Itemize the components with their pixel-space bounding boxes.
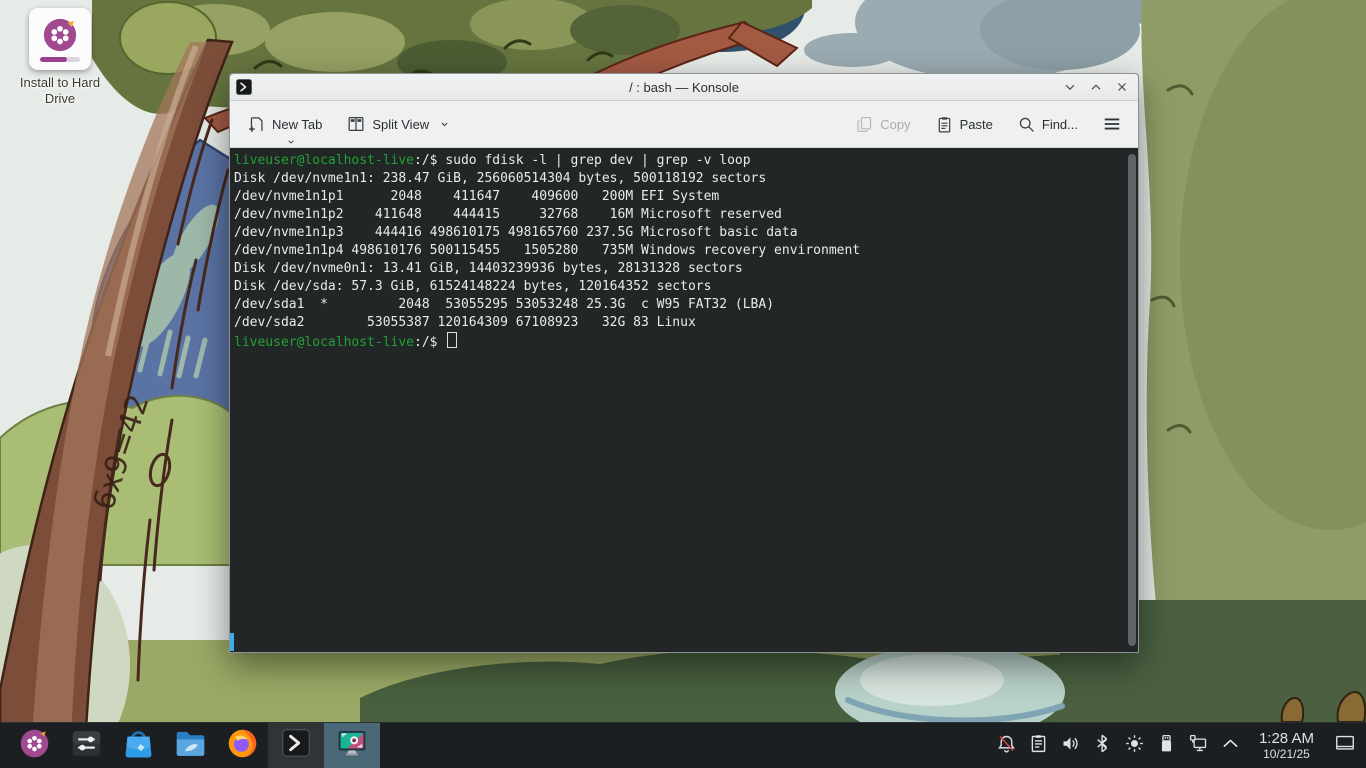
close-button[interactable]: [1114, 79, 1130, 95]
split-view-label: Split View: [372, 117, 429, 132]
installer-icon: [29, 8, 91, 70]
show-desktop-icon: [1334, 732, 1356, 759]
tray-brightness[interactable]: [1123, 734, 1147, 758]
volume-icon: [1060, 733, 1081, 759]
file-manager-icon: [174, 727, 207, 765]
show-desktop-button[interactable]: [1330, 732, 1360, 759]
tray-network[interactable]: [1187, 734, 1211, 758]
prompt-path: :/$: [414, 335, 437, 350]
desktop: 6x9=42 Install to Hard Drive: [0, 0, 1366, 768]
firefox-icon: [226, 727, 259, 765]
terminal-scrollbar[interactable]: [1128, 154, 1136, 646]
terminal-output-line: /dev/nvme1n1p1 2048 411647 409600 200M E…: [234, 189, 719, 204]
konsole-icon: [280, 727, 312, 764]
clipboard-icon: [1028, 733, 1049, 759]
copy-label: Copy: [880, 117, 910, 132]
split-view-chevron-icon: [439, 120, 450, 129]
terminal-command: sudo fdisk -l | grep dev | grep -v loop: [445, 153, 750, 168]
removable-device-icon: [1156, 733, 1177, 759]
taskbar-task-konsole[interactable]: [268, 723, 324, 768]
taskbar-launcher-system-settings[interactable]: [60, 723, 112, 768]
screenshot-tool-icon: [336, 727, 368, 764]
clock-time: 1:28 AM: [1259, 730, 1314, 747]
terminal-output-line: Disk /dev/nvme1n1: 238.47 GiB, 256060514…: [234, 171, 766, 186]
taskbar-launcher-file-manager[interactable]: [164, 723, 216, 768]
taskbar-panel: 1:28 AM 10/21/25: [0, 722, 1366, 768]
system-tray: 1:28 AM 10/21/25: [995, 723, 1366, 768]
terminal-area[interactable]: liveuser@localhost-live:/$ sudo fdisk -l…: [230, 148, 1138, 652]
terminal-output-line: /dev/nvme1n1p3 444416 498610175 49816576…: [234, 225, 798, 240]
window-title: / : bash — Konsole: [230, 80, 1138, 95]
new-tab-dropdown-chevron-icon[interactable]: [286, 138, 296, 146]
taskbar-launcher-firefox[interactable]: [216, 723, 268, 768]
notifications-dnd-icon: [996, 733, 1017, 759]
tray-clipboard[interactable]: [1027, 734, 1051, 758]
paste-icon: [935, 115, 954, 134]
titlebar[interactable]: / : bash — Konsole: [230, 74, 1138, 101]
prompt-path: :/$: [414, 153, 437, 168]
expand-arrow-icon: [1220, 733, 1241, 759]
installer-icon: [18, 727, 51, 765]
prompt-user-host: liveuser@localhost-live: [234, 153, 414, 168]
copy-icon: [855, 115, 874, 134]
terminal-output-line: /dev/nvme1n1p4 498610176 500115455 15052…: [234, 243, 860, 258]
terminal-accent-bar: [230, 633, 234, 651]
brightness-icon: [1124, 733, 1145, 759]
tray-removable-device[interactable]: [1155, 734, 1179, 758]
installer-progressbar-graphic: [40, 57, 80, 62]
find-label: Find...: [1042, 117, 1078, 132]
desktop-icon-install-to-hard-drive[interactable]: Install to Hard Drive: [12, 8, 108, 108]
terminal-output-line: Disk /dev/sda: 57.3 GiB, 61524148224 byt…: [234, 279, 711, 294]
konsole-window: / : bash — Konsole: [229, 73, 1139, 653]
tray-notifications-dnd[interactable]: [995, 734, 1019, 758]
copy-button[interactable]: Copy: [851, 109, 914, 140]
tray-volume[interactable]: [1059, 734, 1083, 758]
minimize-button[interactable]: [1062, 79, 1078, 95]
new-tab-label: New Tab: [272, 117, 322, 132]
tray-expand-arrow[interactable]: [1219, 734, 1243, 758]
taskbar-launcher-installer[interactable]: [8, 723, 60, 768]
terminal-output-line: /dev/nvme1n1p2 411648 444415 32768 16M M…: [234, 207, 782, 222]
new-tab-button[interactable]: New Tab: [242, 108, 326, 140]
system-settings-icon: [70, 727, 103, 765]
new-tab-icon: [246, 114, 266, 134]
maximize-button[interactable]: [1088, 79, 1104, 95]
prompt-user-host: liveuser@localhost-live: [234, 335, 414, 350]
toolbar: New Tab Split View: [230, 101, 1138, 148]
terminal-output: liveuser@localhost-live:/$ sudo fdisk -l…: [234, 152, 1122, 352]
taskbar-launcher-discover[interactable]: [112, 723, 164, 768]
scrollbar-thumb[interactable]: [1128, 154, 1136, 646]
terminal-output-line: /dev/sda1 * 2048 53055295 53053248 25.3G…: [234, 297, 774, 312]
find-button[interactable]: Find...: [1013, 109, 1082, 140]
split-view-button[interactable]: Split View: [342, 108, 454, 140]
hamburger-menu-button[interactable]: [1098, 108, 1126, 140]
terminal-output-line: Disk /dev/nvme0n1: 13.41 GiB, 1440323993…: [234, 261, 743, 276]
clock-widget[interactable]: 1:28 AM 10/21/25: [1259, 730, 1314, 761]
desktop-icon-label: Install to Hard Drive: [12, 75, 108, 108]
network-icon: [1188, 733, 1209, 759]
discover-icon: [122, 727, 155, 765]
split-view-icon: [346, 114, 366, 134]
paste-button[interactable]: Paste: [931, 109, 997, 140]
tray-bluetooth[interactable]: [1091, 734, 1115, 758]
taskbar-task-screenshot-tool[interactable]: [324, 723, 380, 768]
bluetooth-icon: [1092, 733, 1113, 759]
paste-label: Paste: [960, 117, 993, 132]
hamburger-menu-icon: [1102, 114, 1122, 134]
clock-date: 10/21/25: [1263, 747, 1310, 761]
search-icon: [1017, 115, 1036, 134]
terminal-output-line: /dev/sda2 53055387 120164309 67108923 32…: [234, 315, 696, 330]
terminal-cursor: [447, 332, 457, 348]
